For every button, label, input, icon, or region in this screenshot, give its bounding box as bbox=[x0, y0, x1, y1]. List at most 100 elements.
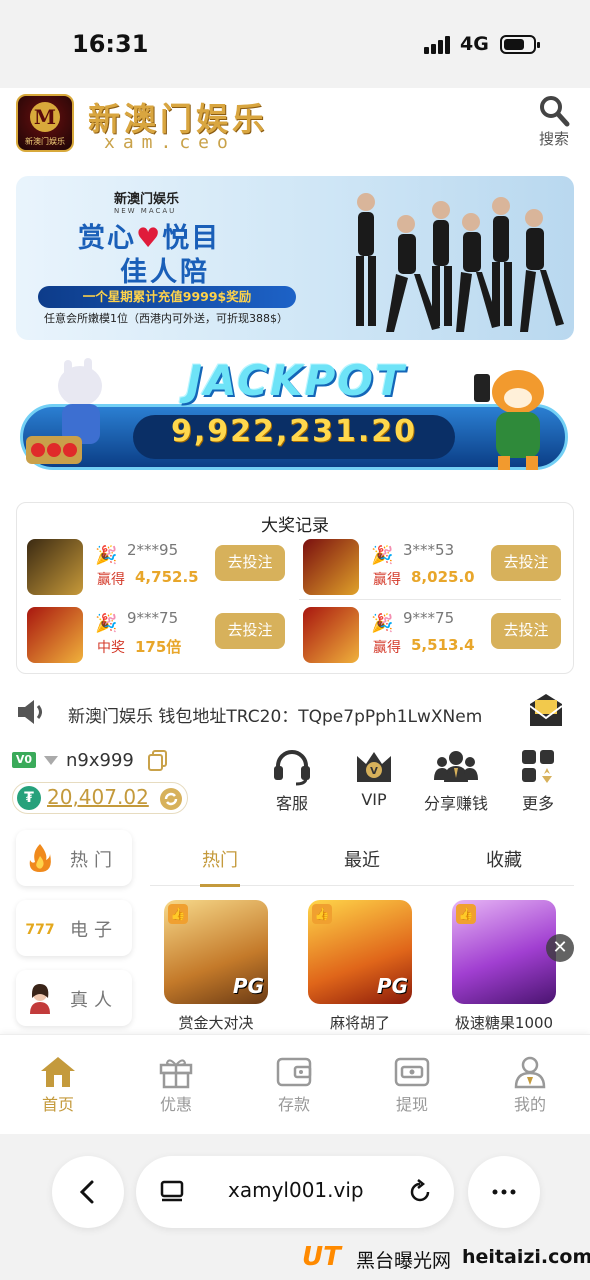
slot-777-icon: 777 bbox=[25, 922, 54, 938]
more-dots-icon bbox=[492, 1189, 516, 1195]
url-text: xamyl001.vip bbox=[228, 1178, 364, 1202]
grid-more-icon bbox=[522, 750, 554, 783]
nav-label: 存款 bbox=[277, 1095, 310, 1114]
category-label: 真人 bbox=[70, 990, 118, 1011]
search-icon bbox=[540, 96, 570, 127]
nav-label: 优惠 bbox=[159, 1095, 192, 1114]
thumbs-up-icon: 👍 bbox=[456, 904, 476, 924]
speaker-icon bbox=[18, 700, 42, 724]
winner-label: 赢得 bbox=[97, 572, 125, 588]
nav-label: 首页 bbox=[41, 1095, 74, 1114]
winner-user: 3***53 bbox=[403, 541, 455, 559]
bet-button[interactable]: 去投注 bbox=[215, 613, 285, 649]
search-button[interactable]: 搜索 bbox=[532, 94, 576, 154]
game-card[interactable]: 👍 PG 赏金大对决 bbox=[156, 900, 276, 1040]
quick-more[interactable]: 更多 bbox=[498, 748, 578, 820]
battery-icon bbox=[500, 35, 540, 54]
category-live[interactable]: 真人 bbox=[16, 970, 132, 1026]
quick-label: VIP bbox=[361, 790, 387, 809]
home-icon bbox=[41, 1057, 75, 1087]
promo-banner[interactable]: 新澳门娱乐 NEW MACAU 赏心♥悦目 佳人陪 一个星期累计充值9999$奖… bbox=[16, 176, 574, 340]
winner-user: 9***75 bbox=[403, 609, 455, 627]
game-card[interactable]: 👍 PG 麻将胡了 bbox=[300, 900, 420, 1040]
row-divider bbox=[299, 599, 561, 600]
headset-icon bbox=[274, 750, 310, 786]
game-thumb-icon bbox=[27, 607, 83, 663]
nav-label: 提现 bbox=[395, 1095, 428, 1114]
balance-pill: ₮ 20,407.02 bbox=[12, 782, 188, 814]
quick-label: 更多 bbox=[521, 794, 554, 813]
bet-button[interactable]: 去投注 bbox=[491, 545, 561, 581]
jackpot-banner[interactable]: JACKPOT 9,922,231.20 bbox=[20, 356, 568, 480]
brand-domain: xam.ceo bbox=[104, 132, 236, 153]
nav-promotions[interactable]: 优惠 bbox=[136, 1055, 216, 1115]
winner-amount: 8,025.0 bbox=[411, 568, 475, 586]
wallet-icon bbox=[276, 1057, 312, 1087]
category-slots[interactable]: 777 电子 bbox=[16, 900, 132, 956]
winner-user: 9***75 bbox=[127, 609, 179, 627]
winners-card: 大奖记录 🎉 2***95 赢得 4,752.5 去投注 🎉 3***53 赢得… bbox=[16, 502, 574, 674]
quick-label: 分享赚钱 bbox=[423, 794, 488, 813]
category-label: 热门 bbox=[70, 850, 118, 871]
jackpot-title: JACKPOT bbox=[186, 356, 406, 405]
tab-favorites[interactable]: 收藏 bbox=[454, 846, 554, 872]
close-icon[interactable]: ✕ bbox=[546, 934, 574, 962]
brand-logo[interactable]: M 新澳门娱乐 bbox=[16, 94, 74, 152]
quick-share-earn[interactable]: 分享赚钱 bbox=[416, 748, 496, 820]
status-bar: 16:31 4G bbox=[0, 0, 590, 88]
game-card[interactable]: 👍 极速糖果1000 bbox=[444, 900, 564, 1040]
copy-icon[interactable] bbox=[148, 750, 168, 772]
banner-brand-en: NEW MACAU bbox=[114, 207, 177, 215]
live-dealer-icon bbox=[30, 984, 50, 1014]
reader-menu-icon[interactable] bbox=[158, 1178, 186, 1206]
nav-label: 我的 bbox=[513, 1095, 546, 1114]
search-label: 搜索 bbox=[538, 130, 569, 148]
banner-models-image bbox=[356, 193, 564, 332]
winner-row: 🎉 9***75 赢得 5,513.4 去投注 bbox=[303, 607, 573, 667]
username: n9x999 bbox=[66, 750, 134, 771]
thumbs-up-icon: 👍 bbox=[168, 904, 188, 924]
rabbit-mascot-icon bbox=[26, 358, 102, 464]
jackpot-amount: 9,922,231.20 bbox=[170, 414, 418, 449]
announcement-marquee[interactable]: 新澳门娱乐 钱包地址TRC20：TQpe7pPph1LwXNem bbox=[16, 690, 574, 734]
vip-level-badge: V0 bbox=[12, 752, 36, 768]
quick-vip[interactable]: V VIP bbox=[334, 748, 414, 820]
game-thumb-icon bbox=[27, 539, 83, 595]
party-popper-icon: 🎉 bbox=[95, 545, 118, 566]
game-name: 极速糖果1000 bbox=[454, 1014, 554, 1032]
account-summary: V0 n9x999 ₮ 20,407.02 bbox=[12, 746, 262, 822]
tab-hot[interactable]: 热门 bbox=[170, 846, 270, 887]
nav-deposit[interactable]: 存款 bbox=[254, 1055, 334, 1115]
game-tabs: 热门 最近 收藏 bbox=[150, 836, 574, 887]
mail-icon[interactable] bbox=[528, 692, 564, 728]
refresh-balance-icon[interactable] bbox=[159, 787, 183, 811]
watermark-logo: UT bbox=[302, 1242, 341, 1272]
party-popper-icon: 🎉 bbox=[371, 613, 394, 634]
banner-note: 任意会所嫩模1位（西港内可外送，可折现388$） bbox=[44, 312, 288, 325]
reload-icon[interactable] bbox=[406, 1178, 434, 1206]
nav-profile[interactable]: 我的 bbox=[490, 1055, 570, 1115]
browser-back-button[interactable] bbox=[52, 1156, 124, 1228]
chevron-left-icon bbox=[79, 1180, 94, 1204]
quick-customer-service[interactable]: 客服 bbox=[252, 748, 332, 820]
winner-user: 2***95 bbox=[127, 541, 179, 559]
nav-home[interactable]: 首页 bbox=[18, 1055, 98, 1115]
browser-more-button[interactable] bbox=[468, 1156, 540, 1228]
address-bar[interactable]: xamyl001.vip bbox=[136, 1156, 454, 1228]
bet-button[interactable]: 去投注 bbox=[215, 545, 285, 581]
signal-icon bbox=[424, 36, 454, 54]
fire-icon bbox=[29, 844, 51, 872]
winner-label: 赢得 bbox=[373, 640, 401, 656]
winner-row: 🎉 3***53 赢得 8,025.0 去投注 bbox=[303, 539, 573, 599]
winner-row: 🎉 2***95 赢得 4,752.5 去投注 bbox=[27, 539, 297, 599]
chevron-down-icon[interactable] bbox=[44, 756, 58, 765]
network-type: 4G bbox=[460, 33, 489, 55]
bet-button[interactable]: 去投注 bbox=[491, 613, 561, 649]
app-header: M 新澳门娱乐 新澳门娱乐 xam.ceo 搜索 bbox=[0, 88, 590, 160]
tab-recent[interactable]: 最近 bbox=[312, 846, 412, 872]
category-hot[interactable]: 热门 bbox=[16, 830, 132, 886]
game-name: 赏金大对决 bbox=[178, 1014, 254, 1032]
watermark-site: heitaizi.com bbox=[462, 1246, 590, 1268]
party-popper-icon: 🎉 bbox=[95, 613, 118, 634]
nav-withdraw[interactable]: 提现 bbox=[372, 1055, 452, 1115]
